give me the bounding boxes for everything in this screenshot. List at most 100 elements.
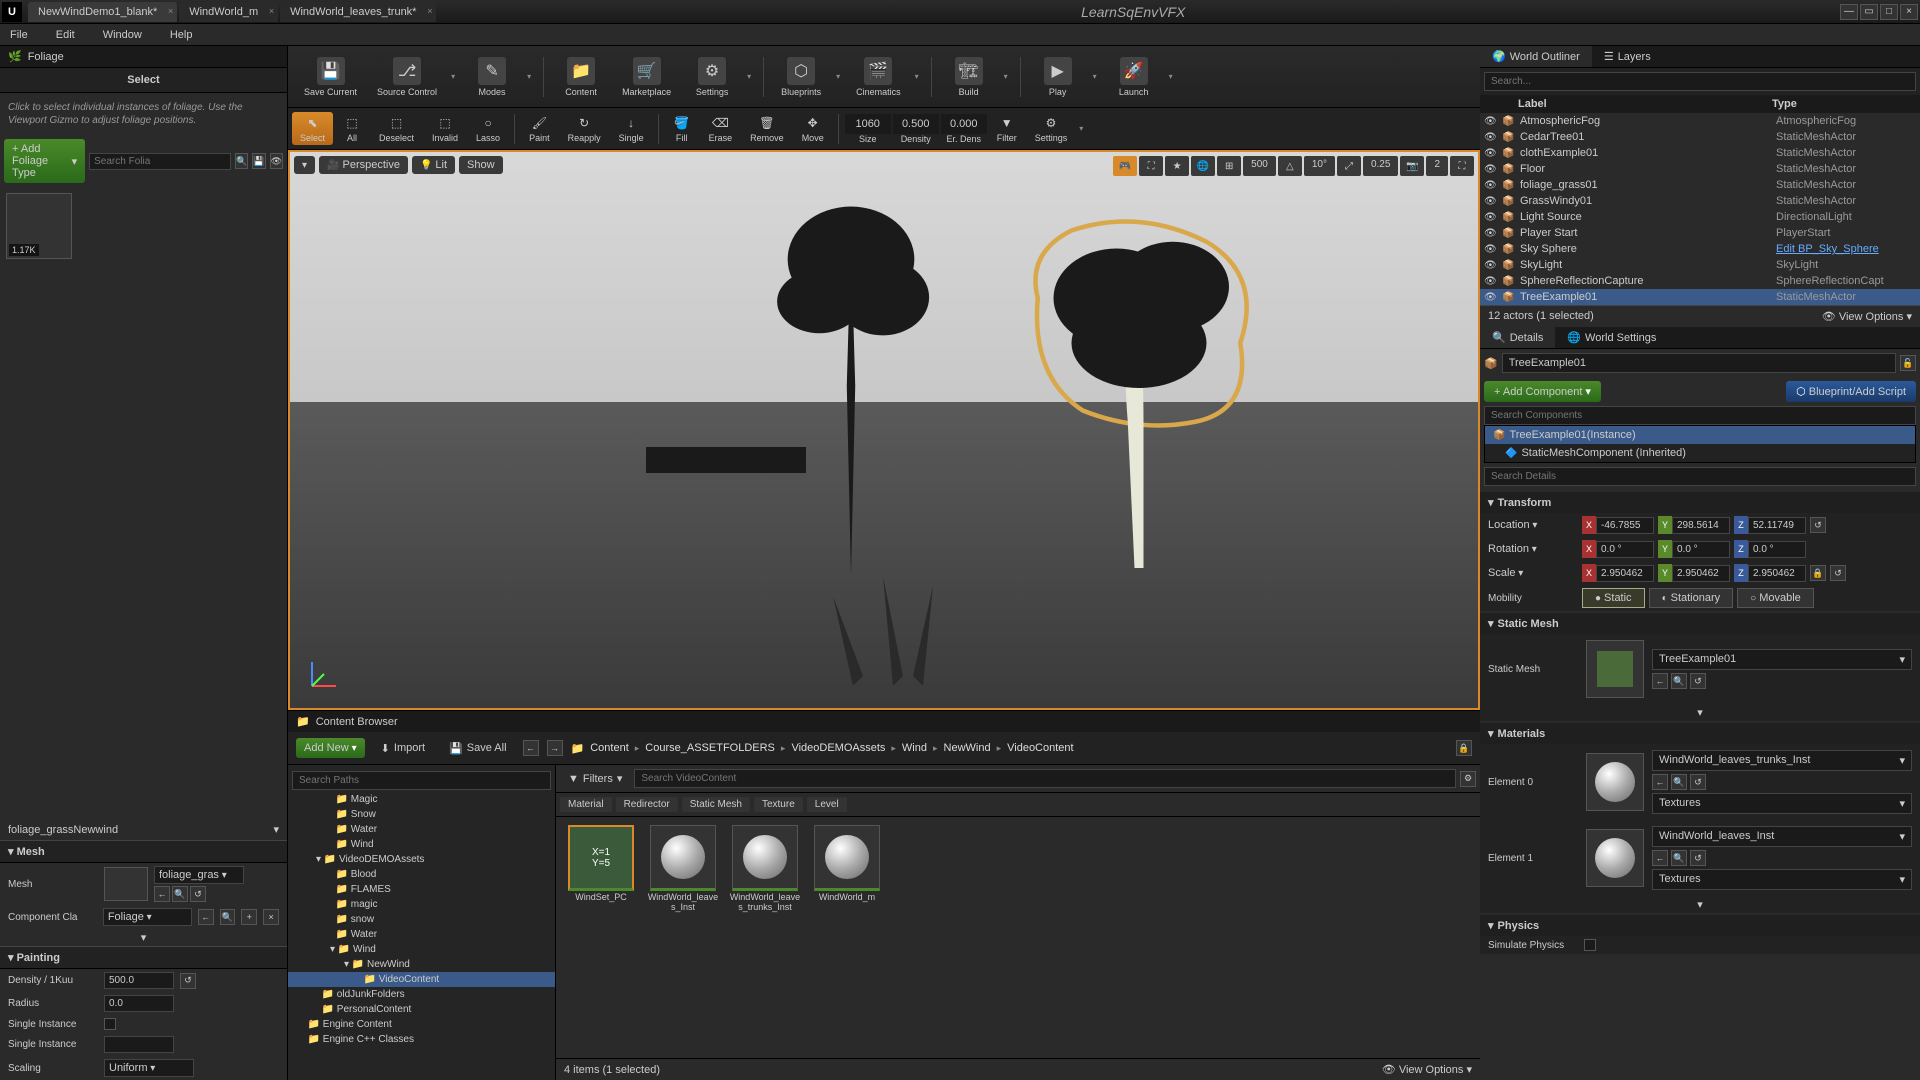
angle-snap-icon[interactable]: △: [1278, 156, 1302, 176]
expand-icon[interactable]: ▾: [141, 932, 147, 944]
save-current-button[interactable]: 💾Save Current: [296, 49, 365, 105]
tree-item[interactable]: 📁 Water: [288, 822, 555, 837]
marketplace-button[interactable]: 🛒Marketplace: [614, 49, 679, 105]
outliner-row[interactable]: 👁📦FloorStaticMeshActor: [1480, 161, 1920, 177]
save-all-button[interactable]: 💾 Save All: [441, 739, 514, 758]
mesh-dropdown[interactable]: foliage_gras ▾: [154, 866, 244, 884]
asset-item[interactable]: WindWorld_leaves_Inst: [646, 825, 720, 913]
immersive-icon[interactable]: ⛶: [1139, 156, 1163, 176]
arrow-left-icon[interactable]: ←: [1652, 850, 1668, 866]
reset-icon[interactable]: ↺: [1690, 850, 1706, 866]
materials-section-header[interactable]: ▾ Materials: [1480, 723, 1920, 744]
mobility-movable-button[interactable]: ○ Movable: [1737, 588, 1814, 608]
static-mesh-dropdown[interactable]: TreeExample01▾: [1652, 649, 1912, 670]
crumb[interactable]: VideoContent: [1007, 742, 1073, 754]
chevron-down-icon[interactable]: ▾: [273, 823, 279, 836]
scale-x-input[interactable]: [1596, 565, 1654, 582]
add-icon[interactable]: +: [241, 909, 257, 925]
rotation-x-input[interactable]: [1596, 541, 1654, 558]
scale-snap-icon[interactable]: ⤢: [1337, 156, 1361, 176]
menu-edit[interactable]: Edit: [50, 27, 81, 43]
menu-file[interactable]: File: [4, 27, 34, 43]
outliner-row[interactable]: 👁📦clothExample01StaticMeshActor: [1480, 145, 1920, 161]
browse-icon[interactable]: 🔍: [220, 909, 236, 925]
move-tool[interactable]: ✥Move: [794, 112, 832, 145]
tree-item[interactable]: 📁 magic: [288, 897, 555, 912]
file-tab[interactable]: WindWorld_m×: [179, 2, 278, 22]
lasso-tool[interactable]: ○Lasso: [468, 112, 508, 145]
add-foliage-type-button[interactable]: + Add Foliage Type▾: [4, 139, 85, 183]
expand-icon[interactable]: ▾: [1697, 707, 1703, 719]
launch-button[interactable]: 🚀Launch: [1105, 49, 1163, 105]
transform-section-header[interactable]: ▾ Transform: [1480, 492, 1920, 513]
reset-icon[interactable]: ↺: [1690, 673, 1706, 689]
restore-button[interactable]: ▭: [1860, 4, 1878, 20]
sub-settings-button[interactable]: ⚙Settings: [1027, 112, 1076, 145]
tree-item[interactable]: 📁 oldJunkFolders: [288, 987, 555, 1002]
camera-speed-icon[interactable]: 📷: [1400, 156, 1424, 176]
browse-icon[interactable]: 🔍: [1671, 774, 1687, 790]
browse-icon[interactable]: 🔍: [172, 886, 188, 902]
mobility-stationary-button[interactable]: ◐ Stationary: [1649, 588, 1734, 608]
reset-icon[interactable]: ↺: [1690, 774, 1706, 790]
view-options-button[interactable]: 👁 View Options ▾: [1382, 1063, 1472, 1076]
reset-icon[interactable]: ↺: [180, 973, 196, 989]
minimize-button[interactable]: —: [1840, 4, 1858, 20]
location-z-input[interactable]: [1748, 517, 1806, 534]
tree-item[interactable]: 📁 VideoContent: [288, 972, 555, 987]
type-column-header[interactable]: Type: [1772, 98, 1912, 110]
outliner-row[interactable]: 👁📦AtmosphericFogAtmosphericFog: [1480, 113, 1920, 129]
asset-item[interactable]: WindWorld_m: [810, 825, 884, 903]
reset-icon[interactable]: ↺: [1830, 565, 1846, 581]
sources-panel[interactable]: 📁 Magic 📁 Snow 📁 Water 📁 Wind▾ 📁 VideoDE…: [288, 765, 556, 1080]
tree-item[interactable]: 📁 Wind: [288, 837, 555, 852]
tree-item[interactable]: 📁 PersonalContent: [288, 1002, 555, 1017]
cinematics-button[interactable]: 🎬Cinematics: [848, 49, 909, 105]
file-tab[interactable]: WindWorld_leaves_trunk*×: [280, 2, 436, 22]
crumb[interactable]: Wind: [902, 742, 927, 754]
viewport-options-button[interactable]: ▾: [294, 156, 315, 174]
modes-button[interactable]: ✎Modes: [463, 49, 521, 105]
clear-icon[interactable]: ×: [263, 909, 279, 925]
tab-world-outliner[interactable]: 🌍 World Outliner: [1480, 46, 1592, 67]
filter-tag[interactable]: Material: [560, 797, 612, 812]
content-button[interactable]: 📁Content: [552, 49, 610, 105]
arrow-left-icon[interactable]: ←: [154, 886, 170, 902]
invalid-tool[interactable]: ⬚Invalid: [424, 112, 466, 145]
blueprint-button[interactable]: ⬡ Blueprint/Add Script: [1786, 381, 1916, 402]
tree-item[interactable]: 📁 FLAMES: [288, 882, 555, 897]
all-tool[interactable]: ⬚All: [335, 112, 369, 145]
textures-dropdown[interactable]: Textures▾: [1652, 869, 1912, 890]
fill-tool[interactable]: 🪣Fill: [665, 112, 699, 145]
expand-icon[interactable]: ▾: [1697, 899, 1703, 911]
mesh-section-header[interactable]: ▾ Mesh: [0, 840, 287, 863]
crumb[interactable]: Content: [590, 742, 629, 754]
density-input[interactable]: [104, 972, 174, 989]
scale-y-input[interactable]: [1672, 565, 1730, 582]
reset-icon[interactable]: ↺: [190, 886, 206, 902]
static-mesh-section-header[interactable]: ▾ Static Mesh: [1480, 613, 1920, 634]
view-icon[interactable]: 👁: [270, 153, 283, 169]
outliner-row[interactable]: 👁📦CedarTree01StaticMeshActor: [1480, 129, 1920, 145]
mobility-static-button[interactable]: ● Static: [1582, 588, 1645, 608]
maximize-viewport-icon[interactable]: ⛶: [1450, 156, 1474, 176]
tree-item[interactable]: 📁 Water: [288, 927, 555, 942]
tab-details[interactable]: 🔍 Details: [1480, 327, 1555, 348]
source-control-button[interactable]: ⎇Source Control: [369, 49, 445, 105]
rotation-z-input[interactable]: [1748, 541, 1806, 558]
density-input[interactable]: [893, 114, 939, 134]
physics-section-header[interactable]: ▾ Physics: [1480, 915, 1920, 936]
menu-window[interactable]: Window: [97, 27, 148, 43]
filter-tag[interactable]: Redirector: [616, 797, 678, 812]
crumb[interactable]: VideoDEMOAssets: [791, 742, 885, 754]
select-tool[interactable]: ⬉Select: [292, 112, 333, 145]
material-dropdown[interactable]: WindWorld_leaves_Inst▾: [1652, 826, 1912, 847]
tree-item[interactable]: ▾ 📁 NewWind: [288, 957, 555, 972]
textures-dropdown[interactable]: Textures▾: [1652, 793, 1912, 814]
close-icon[interactable]: ×: [427, 6, 432, 16]
camera-speed-value[interactable]: 2: [1426, 156, 1448, 176]
material-thumbnail[interactable]: [1586, 829, 1644, 887]
painting-section-header[interactable]: ▾ Painting: [0, 946, 287, 969]
save-icon[interactable]: 💾: [252, 153, 265, 169]
show-button[interactable]: Show: [459, 156, 503, 174]
